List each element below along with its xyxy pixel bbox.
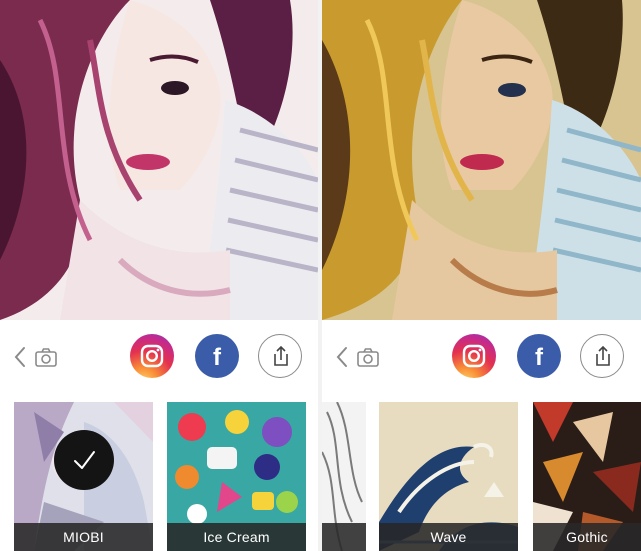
filter-label: Gothic (533, 523, 641, 551)
right-filter-strip: Wave Gothic (322, 402, 641, 551)
chevron-left-icon[interactable] (334, 344, 350, 370)
share-button[interactable] (580, 334, 624, 378)
filter-thumb-miobi[interactable]: MIOBI (14, 402, 153, 551)
filter-label: Ice Cream (167, 523, 306, 551)
camera-icon[interactable] (356, 346, 380, 368)
filter-thumb-gothic[interactable]: Gothic (533, 402, 641, 551)
left-toolbar: f (0, 320, 318, 395)
right-toolbar: f (322, 320, 641, 395)
right-panel: f Wave Gothic (322, 0, 641, 551)
instagram-icon (462, 344, 486, 368)
filter-label: Wave (379, 523, 518, 551)
filter-thumb-wave[interactable]: Wave (379, 402, 518, 551)
filter-thumb-ice-cream[interactable]: Ice Cream (167, 402, 306, 551)
selected-check-icon (54, 430, 114, 490)
instagram-share-button[interactable] (452, 334, 496, 378)
facebook-share-button[interactable]: f (517, 334, 561, 378)
share-icon (596, 345, 610, 366)
facebook-icon: f (213, 344, 222, 371)
left-panel: f MIOBI Ice Cream (0, 0, 318, 551)
filter-label: MIOBI (14, 523, 153, 551)
share-icon (274, 345, 288, 366)
filter-thumb-partial[interactable] (322, 402, 366, 551)
svg-text:f: f (213, 344, 222, 371)
left-filter-strip: MIOBI Ice Cream (0, 402, 318, 551)
camera-icon[interactable] (34, 346, 58, 368)
instagram-share-button[interactable] (130, 334, 174, 378)
chevron-left-icon[interactable] (12, 344, 28, 370)
svg-text:f: f (535, 344, 544, 371)
stylized-photo-miobi (0, 0, 318, 320)
facebook-icon: f (535, 344, 544, 371)
share-button[interactable] (258, 334, 302, 378)
facebook-share-button[interactable]: f (195, 334, 239, 378)
filter-label (322, 523, 366, 551)
stylized-photo-wave (322, 0, 641, 320)
instagram-icon (140, 344, 164, 368)
